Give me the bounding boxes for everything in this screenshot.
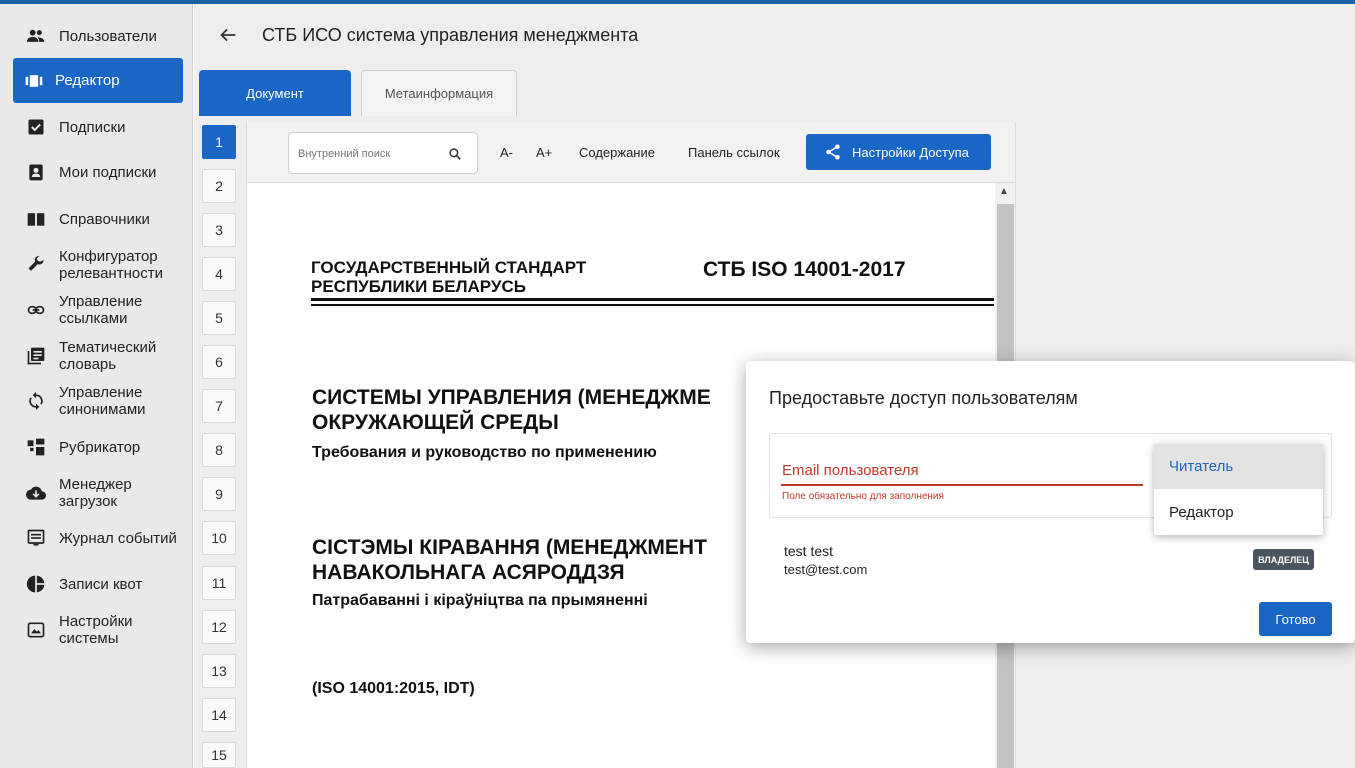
user-email: test@test.com [784, 562, 868, 577]
settings-icon [25, 619, 47, 641]
sidebar-item-synonyms[interactable]: Управление синонимами [13, 383, 183, 419]
share-icon [826, 144, 840, 160]
sidebar-item-label: Журнал событий [59, 529, 177, 547]
editor-icon [23, 70, 45, 92]
sidebar-item-label: Записи квот [59, 575, 143, 593]
page-button[interactable]: 1 [202, 125, 236, 159]
rubric-icon [25, 436, 47, 458]
font-decrease-button[interactable]: A- [500, 145, 513, 160]
sidebar-item-subscriptions[interactable]: Подписки [13, 116, 183, 138]
sidebar-item-label: Пользователи [59, 27, 157, 45]
sidebar-item-download-manager[interactable]: Менеджер загрузок [13, 475, 183, 511]
access-settings-label: Настройки Доступа [852, 144, 969, 160]
page-button[interactable]: 4 [202, 257, 236, 291]
iso-reference: (ISO 14001:2015, IDT) [312, 680, 475, 697]
sidebar-item-thematic-dictionary[interactable]: Тематический словарь [13, 338, 183, 374]
email-error-text: Поле обязательно для заполнения [782, 491, 944, 502]
checkbox-icon [25, 116, 47, 138]
sidebar-item-label: Настройки системы [59, 613, 133, 647]
sidebar-item-relevance-config[interactable]: Конфигуратор релевантности [13, 247, 183, 283]
document-title-by: СІСТЭМЫ КІРАВАННЯ (МЕНЕДЖМЕНТ НАВАКОЛЬНА… [312, 536, 707, 584]
divider [311, 304, 994, 306]
page-button[interactable]: 11 [202, 566, 236, 600]
sidebar-item-my-subscriptions[interactable]: Мои подписки [13, 161, 183, 183]
sidebar-item-label: Редактор [55, 72, 120, 89]
divider [311, 298, 994, 301]
sidebar-item-label: Рубрикатор [59, 438, 141, 456]
wrench-icon [25, 254, 47, 276]
sidebar-item-references[interactable]: Справочники [13, 208, 183, 230]
back-arrow-icon[interactable] [217, 24, 239, 46]
log-icon [25, 527, 47, 549]
sidebar-item-system-settings[interactable]: Настройки системы [13, 612, 183, 648]
sidebar-item-rubricator[interactable]: Рубрикатор [13, 436, 183, 458]
sidebar-item-label: Справочники [59, 210, 150, 228]
scroll-up-arrow-icon[interactable]: ▲ [999, 186, 1009, 197]
standard-heading: ГОСУДАРСТВЕННЫЙ СТАНДАРТ РЕСПУБЛИКИ БЕЛА… [311, 258, 587, 296]
page-button[interactable]: 8 [202, 433, 236, 467]
links-panel-button[interactable]: Панель ссылок [688, 145, 780, 160]
role-option-editor[interactable]: Редактор [1154, 490, 1323, 535]
role-option-reader[interactable]: Читатель [1154, 444, 1323, 489]
page-button[interactable]: 5 [202, 301, 236, 335]
sidebar-item-event-log[interactable]: Журнал событий [13, 520, 183, 556]
users-icon [25, 25, 47, 47]
page-button[interactable]: 3 [202, 213, 236, 247]
document-subtitle-ru: Требования и руководство по применению [312, 444, 657, 461]
page-button[interactable]: 9 [202, 477, 236, 511]
page-button[interactable]: 10 [202, 521, 236, 555]
page-button[interactable]: 15 [202, 742, 236, 768]
font-increase-button[interactable]: A+ [536, 145, 552, 160]
sidebar-item-editor[interactable]: Редактор [13, 58, 183, 103]
page-button[interactable]: 6 [202, 345, 236, 379]
sidebar-item-label: Управление синонимами [59, 384, 146, 418]
done-button[interactable]: Готово [1259, 602, 1332, 636]
sidebar-item-label: Тематический словарь [59, 339, 157, 373]
standard-code: СТБ ISO 14001-2017 [703, 258, 906, 281]
dialog-title: Предоставьте доступ пользователям [769, 388, 1078, 408]
library-icon [25, 345, 47, 367]
sidebar-item-label: Конфигуратор релевантности [59, 248, 163, 282]
sidebar-item-label: Управление ссылками [59, 293, 143, 327]
page-button[interactable]: 13 [202, 654, 236, 688]
page-button[interactable]: 7 [202, 389, 236, 423]
tab-metainfo[interactable]: Метаинформация [361, 70, 517, 116]
email-field-underline [781, 484, 1143, 486]
cloud-download-icon [25, 482, 47, 504]
sync-icon [25, 390, 47, 412]
badge-icon [25, 161, 47, 183]
contents-button[interactable]: Содержание [579, 145, 655, 160]
owner-badge: ВЛАДЕЛЕЦ [1253, 549, 1314, 570]
search-icon[interactable] [448, 147, 462, 161]
page-title: СТБ ИСО система управления менеджмента [262, 25, 639, 45]
access-settings-button[interactable]: Настройки Доступа [806, 134, 991, 170]
page-button[interactable]: 2 [202, 169, 236, 203]
document-subtitle-by: Патрабаванні і кіраўніцтва па прымяненні [312, 592, 648, 609]
user-name: test test [784, 543, 834, 559]
sidebar-item-users[interactable]: Пользователи [13, 24, 183, 48]
search-input[interactable] [298, 148, 438, 160]
pie-icon [25, 573, 47, 595]
sidebar-item-label: Менеджер загрузок [59, 476, 132, 510]
page-button[interactable]: 12 [202, 610, 236, 644]
tab-document[interactable]: Документ [199, 70, 351, 116]
document-title-ru: СИСТЕМЫ УПРАВЛЕНИЯ (МЕНЕДЖМЕ ОКРУЖАЮЩЕЙ … [312, 386, 711, 434]
page-button[interactable]: 14 [202, 698, 236, 732]
sidebar-item-link-management[interactable]: Управление ссылками [13, 292, 183, 328]
book-icon [25, 208, 47, 230]
email-field[interactable] [781, 455, 1143, 483]
sidebar-item-quota-records[interactable]: Записи квот [13, 573, 183, 595]
sidebar-item-label: Мои подписки [59, 163, 157, 181]
sidebar-item-label: Подписки [59, 118, 126, 136]
link-icon [25, 299, 47, 321]
